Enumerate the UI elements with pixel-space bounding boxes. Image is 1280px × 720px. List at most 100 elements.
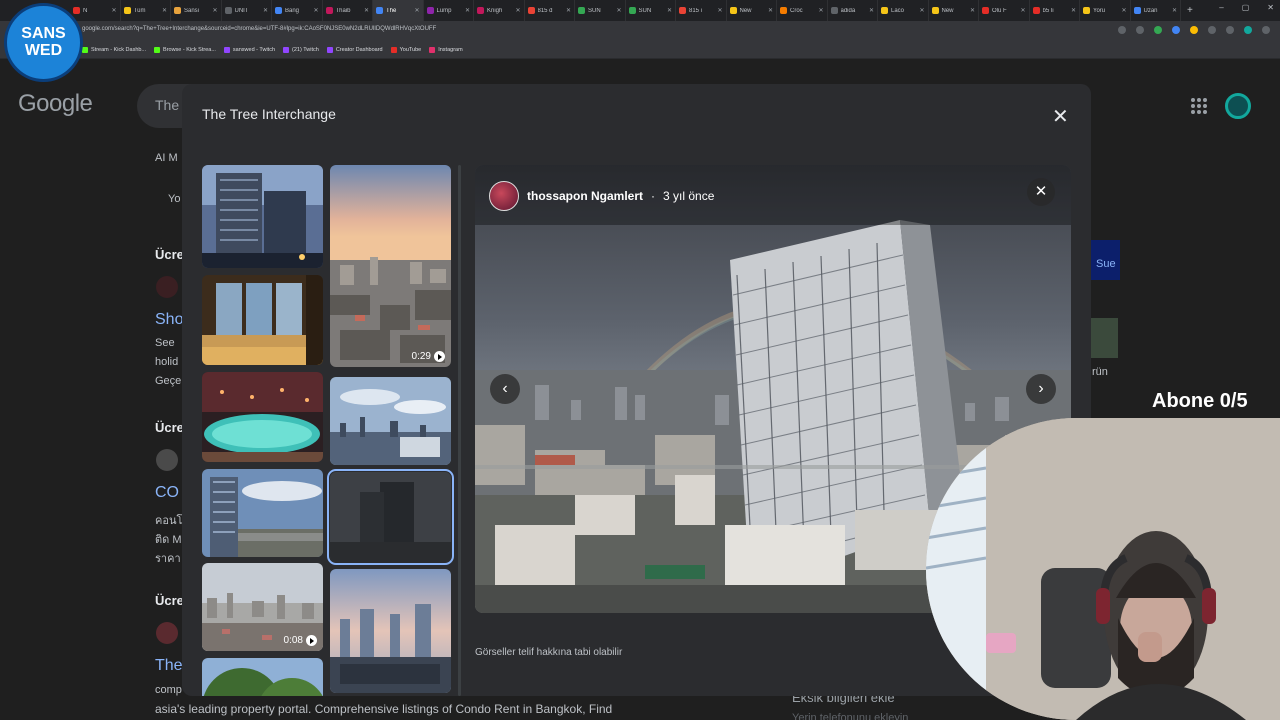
close-icon[interactable]: ✕	[1027, 178, 1055, 206]
star-icon[interactable]	[1136, 26, 1144, 34]
author-name[interactable]: thossapon Ngamlert	[527, 189, 643, 203]
tab-close-icon[interactable]: ✕	[768, 7, 773, 14]
browser-tab[interactable]: b5 lı ✕	[1030, 0, 1080, 21]
minimize-button[interactable]: –	[1219, 3, 1223, 12]
url-text[interactable]: google.com/search?q=The+Tree+Interchange…	[82, 26, 436, 32]
tab-close-icon[interactable]: ✕	[970, 7, 975, 14]
browser-tab[interactable]: Sansi ✕	[171, 0, 222, 21]
thumbnail-selected[interactable]	[327, 469, 454, 565]
tab-close-icon[interactable]: ✕	[515, 7, 520, 14]
tab-close-icon[interactable]: ✕	[818, 7, 823, 14]
close-icon[interactable]: ✕	[1052, 104, 1069, 129]
maximize-button[interactable]: ▢	[1242, 3, 1250, 12]
tab-close-icon[interactable]: ✕	[465, 7, 470, 14]
result-link[interactable]: The	[155, 657, 183, 675]
thumbnail[interactable]	[202, 469, 323, 557]
address-bar[interactable]: google.com/search?q=The+Tree+Interchange…	[0, 21, 1280, 41]
browser-tab[interactable]: Yoru ✕	[1080, 0, 1131, 21]
browser-tab[interactable]: UNIT ✕	[222, 0, 272, 21]
bookmark-item[interactable]: Browse - Kick Strea...	[154, 46, 216, 53]
thumbnail[interactable]	[202, 275, 323, 365]
bookmark-item[interactable]: Stream - Kick Dashb...	[82, 46, 146, 53]
tab-close-icon[interactable]: ✕	[717, 7, 722, 14]
tab-close-icon[interactable]: ✕	[162, 7, 167, 14]
thumbnail-video[interactable]: 0:08	[202, 563, 323, 651]
browser-tab[interactable]: N ✕	[70, 0, 121, 21]
tab-favicon-icon	[729, 7, 737, 14]
thumbnail-scrollbar[interactable]	[458, 165, 461, 696]
browser-tab[interactable]: Ölü F ✕	[979, 0, 1030, 21]
browser-tab[interactable]: Thaib ✕	[323, 0, 373, 21]
tab-close-icon[interactable]: ✕	[111, 7, 116, 14]
result-link[interactable]: CO	[155, 484, 179, 502]
tab-close-icon[interactable]: ✕	[212, 7, 217, 14]
thumbnail-video[interactable]: 0:29	[330, 165, 451, 367]
chevron-left-icon[interactable]: ‹	[490, 374, 520, 404]
browser-tab[interactable]: Laco ✕	[878, 0, 929, 21]
tab-close-icon[interactable]: ✕	[1020, 7, 1025, 14]
bookmark-item[interactable]: YouTube	[390, 46, 421, 53]
tab-favicon-icon	[1083, 7, 1090, 14]
apps-grid-icon[interactable]	[1191, 98, 1207, 114]
tab-close-icon[interactable]: ✕	[1172, 7, 1177, 14]
result-link[interactable]: Sho	[155, 311, 183, 329]
browser-tab[interactable]: SUN ✕	[626, 0, 676, 21]
tab-close-icon[interactable]: ✕	[364, 7, 369, 14]
thumbnail[interactable]	[330, 569, 451, 693]
puzzle-icon[interactable]	[1208, 26, 1216, 34]
browser-tab[interactable]: Knigh ✕	[474, 0, 525, 21]
tab-close-icon[interactable]: ✕	[414, 7, 419, 14]
tab-label: b5 lı	[1042, 7, 1054, 14]
extension-icon[interactable]	[1154, 26, 1162, 34]
tab-close-icon[interactable]: ✕	[869, 7, 874, 14]
thumbnail[interactable]	[202, 372, 323, 462]
author-avatar[interactable]	[489, 181, 519, 211]
browser-tab[interactable]: The ✕	[373, 0, 424, 21]
site-icon	[156, 622, 178, 644]
tab-close-icon[interactable]: ✕	[1121, 7, 1126, 14]
extension-icon[interactable]	[1190, 26, 1198, 34]
tab-close-icon[interactable]: ✕	[667, 7, 672, 14]
tab-close-icon[interactable]: ✕	[566, 7, 571, 14]
bookmark-item[interactable]: sanswed - Twitch	[223, 46, 275, 53]
tab-close-icon[interactable]: ✕	[919, 7, 924, 14]
ai-mode-tab[interactable]: AI M	[155, 152, 178, 164]
browser-tab[interactable]: 815 d ✕	[525, 0, 575, 21]
browser-tab[interactable]: Uzan ✕	[1131, 0, 1181, 21]
tab-close-icon[interactable]: ✕	[1071, 7, 1076, 14]
result-snippet: ติด M	[155, 534, 182, 546]
bookmark-item[interactable]: Creator Dashboard	[326, 46, 383, 53]
new-tab-button[interactable]: +	[1187, 5, 1193, 16]
tab-favicon-icon	[275, 7, 282, 14]
play-icon	[434, 351, 445, 362]
tab-close-icon[interactable]: ✕	[263, 7, 268, 14]
browser-tab[interactable]: SUN ✕	[575, 0, 626, 21]
extension-icon[interactable]	[1172, 26, 1180, 34]
browser-tab[interactable]: 815 i ✕	[676, 0, 727, 21]
profile-icon[interactable]	[1244, 26, 1252, 34]
browser-tab[interactable]: New ✕	[929, 0, 979, 21]
browser-tab[interactable]: adida ✕	[828, 0, 878, 21]
thumbnail[interactable]	[202, 165, 323, 268]
bookmark-item[interactable]: (21) Twitch	[283, 46, 319, 53]
browser-tab[interactable]: Bang ✕	[272, 0, 323, 21]
tab-close-icon[interactable]: ✕	[616, 7, 621, 14]
chevron-right-icon[interactable]: ›	[1026, 374, 1056, 404]
tab-close-icon[interactable]: ✕	[313, 7, 318, 14]
thumbnail[interactable]	[202, 658, 323, 696]
close-window-button[interactable]: ✕	[1267, 3, 1274, 12]
search-icon[interactable]	[1118, 26, 1126, 34]
menu-icon[interactable]	[1262, 26, 1270, 34]
thumbnail[interactable]	[330, 377, 451, 465]
sidebar-icon[interactable]	[1226, 26, 1234, 34]
browser-tab[interactable]: Tüm ✕	[121, 0, 171, 21]
side-text: Sue	[1096, 258, 1116, 270]
account-avatar[interactable]	[1225, 93, 1251, 119]
browser-tab[interactable]: Croc ✕	[777, 0, 828, 21]
bookmark-item[interactable]: Instagram	[429, 46, 463, 53]
browser-tab[interactable]: New ✕	[727, 0, 777, 21]
add-phone-link[interactable]: Yerin telefonunu ekleyin	[792, 712, 908, 720]
google-logo[interactable]: Google	[18, 90, 93, 118]
browser-tab[interactable]: Lump ✕	[424, 0, 474, 21]
side-image	[1090, 318, 1118, 358]
